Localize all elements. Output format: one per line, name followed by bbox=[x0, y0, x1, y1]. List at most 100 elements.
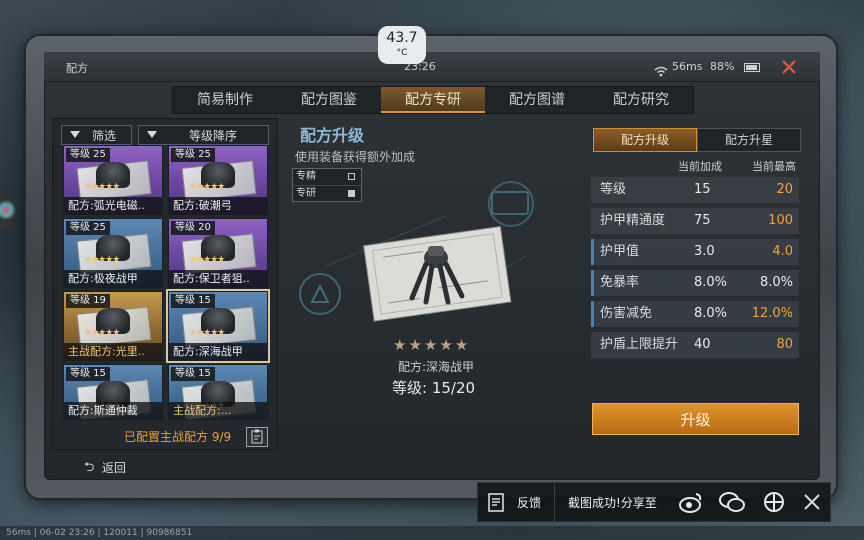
tab-recipe-study[interactable]: 配方专研 bbox=[381, 87, 485, 113]
stat-max: 80 bbox=[776, 337, 793, 352]
stat-row: 护盾上限提升 40 80 bbox=[591, 332, 799, 358]
battery-text: 88% bbox=[710, 60, 735, 73]
temperature-unit: °C bbox=[396, 48, 408, 58]
detail-subtitle: 使用装备获得额外加成 bbox=[295, 150, 416, 164]
card-level: 等级 25 bbox=[171, 148, 215, 162]
recipe-card[interactable]: 等级 25 ★★★★★ 配方:极夜战甲 bbox=[63, 218, 163, 288]
stat-row: 等级 15 20 bbox=[591, 177, 799, 203]
sort-dropdown[interactable]: 等级降序 bbox=[138, 125, 269, 145]
card-name: 配方:深海战甲 bbox=[169, 343, 267, 360]
close-icon[interactable] bbox=[802, 492, 822, 516]
stat-current: 8.0% bbox=[694, 275, 728, 290]
stat-row: 免暴率 8.0% 8.0% bbox=[591, 270, 799, 296]
card-stars: ★★★★★ bbox=[189, 255, 225, 265]
tab-recipe-codex[interactable]: 配方图鉴 bbox=[277, 87, 381, 113]
stat-max: 12.0% bbox=[751, 306, 793, 321]
stat-current: 8.0% bbox=[694, 306, 728, 321]
item-level: 等级: 15/20 bbox=[392, 379, 476, 397]
filter-label: 筛选 bbox=[92, 129, 117, 143]
card-stars: ★★★★★ bbox=[189, 328, 225, 338]
chevron-down-icon bbox=[70, 131, 80, 138]
tab-recipe-atlas[interactable]: 配方图谱 bbox=[485, 87, 589, 113]
tab-simple-craft[interactable]: 简易制作 bbox=[173, 87, 277, 113]
card-stars: ★★★★★ bbox=[189, 182, 225, 192]
stat-name: 伤害减免 bbox=[600, 306, 653, 321]
card-level: 等级 25 bbox=[66, 221, 110, 235]
recipe-card[interactable]: 等级 25 ★★★★★ 配方:弧光电磁.. bbox=[63, 145, 163, 215]
rarity-stars: ★★★★★ bbox=[393, 336, 470, 354]
feedback-button[interactable]: 反馈 bbox=[477, 482, 555, 522]
detail-title: 配方升级 bbox=[300, 126, 365, 145]
moments-icon[interactable] bbox=[762, 490, 786, 518]
card-level: 等级 20 bbox=[171, 221, 215, 235]
stat-max: 8.0% bbox=[759, 275, 793, 290]
stat-current: 40 bbox=[694, 337, 711, 352]
column-max: 当前最高 bbox=[752, 160, 796, 173]
stat-current: 15 bbox=[694, 182, 711, 197]
chevron-down-icon bbox=[147, 131, 157, 138]
star-icon: ★ bbox=[454, 336, 471, 354]
star-icon: ★ bbox=[439, 336, 455, 354]
recipe-preview bbox=[286, 176, 586, 336]
card-name: 配方:斯通仲裁 bbox=[64, 402, 162, 419]
card-level: 等级 15 bbox=[66, 367, 110, 381]
recipe-card[interactable]: 等级 25 ★★★★★ 配方:破潮弓 bbox=[168, 145, 268, 215]
card-level: 等级 19 bbox=[66, 294, 110, 308]
card-stars: ★★★★★ bbox=[84, 328, 120, 338]
upgrade-button[interactable]: 升级 bbox=[592, 403, 799, 435]
status-bar: 配方 23:26 56ms 88% bbox=[44, 52, 820, 82]
card-name: 配方:保卫者狙.. bbox=[169, 270, 267, 287]
star-icon: ★ bbox=[423, 336, 440, 354]
stat-name: 免暴率 bbox=[600, 275, 640, 290]
tab-recipe-upgrade[interactable]: 配方升级 bbox=[593, 128, 697, 152]
clipboard-icon[interactable] bbox=[246, 427, 268, 447]
battery-icon bbox=[744, 63, 760, 72]
star-icon: ★ bbox=[393, 336, 409, 354]
window-title: 配方 bbox=[66, 62, 88, 75]
column-current: 当前加成 bbox=[678, 160, 722, 173]
sort-label: 等级降序 bbox=[189, 129, 238, 143]
stat-max: 4.0 bbox=[772, 244, 793, 259]
stat-name: 护盾上限提升 bbox=[600, 337, 679, 352]
close-icon[interactable] bbox=[780, 58, 798, 80]
tab-recipe-research[interactable]: 配方研究 bbox=[589, 87, 693, 113]
recipe-card[interactable]: 等级 15 ★★★★★ 配方:深海战甲 bbox=[168, 291, 268, 361]
stat-row: 伤害减免 8.0% 12.0% bbox=[591, 301, 799, 327]
wechat-icon[interactable] bbox=[718, 490, 746, 518]
stat-max: 100 bbox=[768, 213, 793, 228]
back-label: 返回 bbox=[102, 461, 127, 475]
recipe-card[interactable]: 等级 15★★★★★主战配方:... bbox=[168, 364, 268, 420]
filter-dropdown[interactable]: 筛选 bbox=[61, 125, 132, 145]
footer-stamp: 56ms | 06-02 23:26 | 120011 | 90986851 bbox=[0, 526, 864, 540]
card-level: 等级 25 bbox=[66, 148, 110, 162]
recipe-card[interactable]: 等级 20 ★★★★★ 配方:保卫者狙.. bbox=[168, 218, 268, 288]
temperature-overlay: 43.7 °C bbox=[378, 26, 426, 64]
weibo-icon[interactable] bbox=[678, 490, 704, 518]
card-name: 主战配方:... bbox=[169, 402, 267, 419]
card-level: 等级 15 bbox=[171, 367, 215, 381]
recipe-card[interactable]: 等级 19 ★★★★★ 主战配方:光里.. bbox=[63, 291, 163, 361]
tab-bar: 简易制作 配方图鉴 配方专研 配方图谱 配方研究 bbox=[172, 86, 694, 114]
temperature-value: 43.7 bbox=[386, 30, 418, 46]
stat-name: 护甲精通度 bbox=[600, 213, 666, 228]
feedback-icon bbox=[487, 491, 507, 517]
stat-current: 3.0 bbox=[694, 244, 715, 259]
card-name: 配方:破潮弓 bbox=[169, 197, 267, 214]
feedback-label: 反馈 bbox=[517, 496, 542, 510]
recipe-card[interactable]: 等级 15★★★★★配方:斯通仲裁 bbox=[63, 364, 163, 420]
stat-name: 护甲值 bbox=[600, 244, 640, 259]
tab-recipe-star-up[interactable]: 配方升星 bbox=[697, 128, 801, 152]
ping: 56ms bbox=[672, 60, 703, 73]
star-icon: ★ bbox=[408, 336, 424, 354]
item-name: 配方:深海战甲 bbox=[398, 360, 475, 374]
configured-count: 已配置主战配方 9/9 bbox=[124, 430, 232, 444]
back-arrow-icon: ⮌ bbox=[84, 460, 95, 475]
wifi-icon bbox=[654, 62, 668, 81]
stat-row: 护甲精通度 75 100 bbox=[591, 208, 799, 234]
back-button[interactable]: ⮌ 返回 bbox=[70, 456, 140, 476]
card-name: 配方:弧光电磁.. bbox=[64, 197, 162, 214]
card-level: 等级 15 bbox=[171, 294, 215, 308]
card-name: 配方:极夜战甲 bbox=[64, 270, 162, 287]
stat-row: 护甲值 3.0 4.0 bbox=[591, 239, 799, 265]
share-text: 截图成功!分享至 bbox=[568, 496, 657, 510]
